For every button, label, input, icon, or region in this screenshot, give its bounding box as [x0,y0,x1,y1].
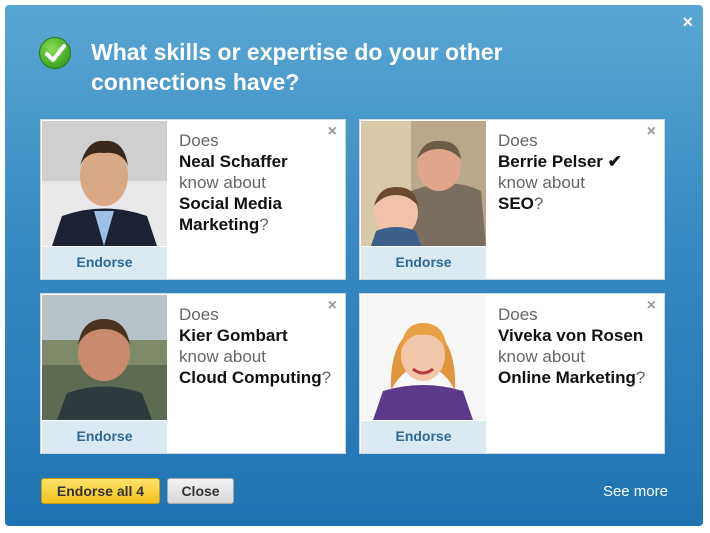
endorse-card: Endorse × Does Viveka von Rosen know abo… [359,293,665,454]
avatar [42,121,167,246]
endorse-prompt: Does Neal Schaffer know about Social Med… [179,131,288,234]
endorse-prompt: Does Kier Gombart know about Cloud Compu… [179,305,332,387]
endorse-button[interactable]: Endorse [42,247,167,279]
skill-name: Online Marketing [498,368,636,387]
endorse-prompt: Does Berrie Pelser ✔ know about SEO? [498,131,622,213]
avatar [361,121,486,246]
endorse-all-button[interactable]: Endorse all 4 [41,478,160,504]
connection-name: Kier Gombart [179,326,288,345]
avatar [42,295,167,420]
dialog-title: What skills or expertise do your other c… [91,39,503,95]
endorse-card: Endorse × Does Berrie Pelser ✔ know abou… [359,119,665,280]
checkmark-icon [39,37,71,69]
endorse-button[interactable]: Endorse [361,421,486,453]
connection-name: Neal Schaffer [179,152,288,171]
connection-name: Viveka von Rosen [498,326,644,345]
connection-name: Berrie Pelser ✔ [498,152,622,171]
skill-name: Cloud Computing [179,368,322,387]
avatar [361,295,486,420]
endorse-card: Endorse × Does Kier Gombart know about C… [40,293,346,454]
see-more-link[interactable]: See more [603,483,668,500]
endorse-button[interactable]: Endorse [361,247,486,279]
endorse-button[interactable]: Endorse [42,421,167,453]
endorsement-dialog: × What skills or expertise do your other… [5,5,703,526]
endorse-card: Endorse × Does Neal Schaffer know about … [40,119,346,280]
endorse-prompt: Does Viveka von Rosen know about Online … [498,305,646,387]
skill-name: SEO [498,194,534,213]
close-button[interactable]: Close [167,478,234,504]
close-icon[interactable]: × [682,12,693,32]
